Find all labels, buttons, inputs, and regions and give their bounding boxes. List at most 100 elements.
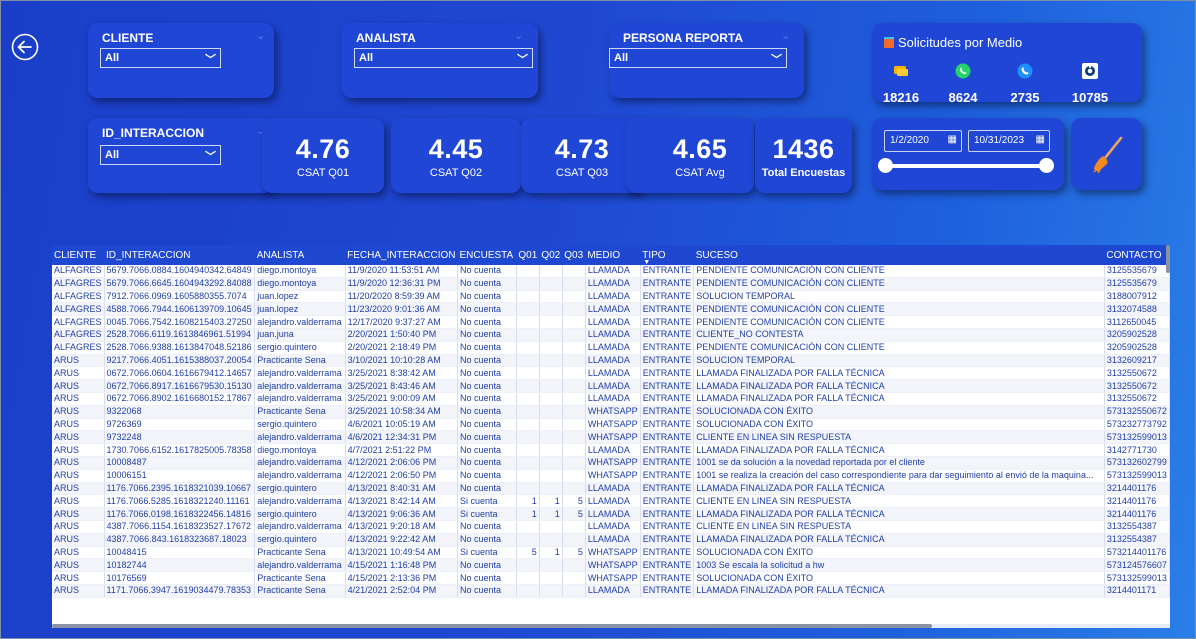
- table-cell: alejandro.valderrama: [254, 379, 346, 393]
- table-row[interactable]: ARUS 9726369 sergio.quintero 4/6/2021 10:05…: [52, 418, 1170, 432]
- table-cell: No cuenta: [457, 558, 517, 573]
- table-row[interactable]: ARUS 1176.7066.0198.1618322456.14816 sergi…: [52, 507, 1170, 521]
- table-cell: [539, 443, 563, 457]
- table-cell: ARUS: [52, 558, 105, 573]
- table-row[interactable]: ARUS 10008487 alejandro.valderrama 4/12/202…: [52, 456, 1170, 470]
- date-slider-track[interactable]: [883, 164, 1049, 168]
- column-header-encuesta[interactable]: ENCUESTA: [457, 245, 517, 265]
- table-row[interactable]: ALFAGRES 5679.7066.6645.1604943292.84088 d…: [52, 277, 1170, 291]
- table-cell: No cuenta: [457, 277, 517, 291]
- table-row[interactable]: ALFAGRES 2528.7066.6119.1613846961.51994 j…: [52, 328, 1170, 342]
- table-cell: [539, 366, 563, 381]
- table-cell: No cuenta: [457, 328, 517, 342]
- table-row[interactable]: ARUS 0672.7066.8902.1616680152.17867 aleja…: [52, 392, 1170, 406]
- table-cell: LLAMADA: [585, 302, 641, 317]
- table-cell: No cuenta: [457, 315, 517, 329]
- start-date-input[interactable]: 1/2/2020 ▦: [884, 130, 962, 152]
- table-cell: [516, 379, 540, 393]
- column-header-medio[interactable]: MEDIO: [585, 245, 641, 265]
- id-interaccion-slicer-title: ID_INTERACCION: [102, 126, 205, 140]
- table-cell: ENTRANTE: [640, 520, 695, 534]
- table-cell: ARUS: [52, 405, 105, 419]
- table-row[interactable]: ARUS 0672.7066.8917.1616679530.15130 aleja…: [52, 379, 1170, 393]
- solicitud-whatsapp-value: 8624: [948, 90, 978, 105]
- table-cell: ENTRANTE: [640, 302, 695, 317]
- table-row[interactable]: ARUS 1176.7066.5285.1618321240.11161 aleja…: [52, 494, 1170, 509]
- table-row[interactable]: ARUS 9217.7066.4051.1615388037.20054 Pract…: [52, 354, 1170, 368]
- date-slider-start-handle[interactable]: [878, 158, 893, 173]
- table-row[interactable]: ALFAGRES 4588.7066.7944.1606139709.10645 j…: [52, 302, 1170, 317]
- table-cell: CLIENTE EN LINEA SIN RESPUESTA: [693, 494, 1105, 509]
- table-row[interactable]: ARUS 1171.7066.3947.1619034479.78353 Pract…: [52, 584, 1170, 598]
- table-row[interactable]: ARUS 10048415 Practicante Sena 4/13/2021 10…: [52, 546, 1170, 560]
- dropdown-arrow-icon: ﹀: [205, 54, 216, 66]
- table-cell: 7912.7066.0969.1605880355.7074: [104, 290, 256, 304]
- table-cell: CLIENTE_NO CONTESTA: [693, 328, 1105, 342]
- table-cell: No cuenta: [457, 379, 517, 393]
- table-cell: 1: [516, 507, 540, 521]
- date-slider-end-handle[interactable]: [1039, 158, 1054, 173]
- app-icon: [1082, 63, 1098, 79]
- table-cell: [562, 265, 586, 278]
- scrollbar-thumb[interactable]: [52, 624, 932, 628]
- column-header-q01[interactable]: Q01: [516, 245, 540, 265]
- table-cell: LLAMADA: [585, 494, 641, 509]
- column-header-contacto[interactable]: CONTACTO: [1104, 245, 1170, 265]
- table-cell: [516, 418, 540, 432]
- column-header-q03[interactable]: Q03: [562, 245, 586, 265]
- column-header-suceso[interactable]: SUCESO: [693, 245, 1105, 265]
- table-row[interactable]: ALFAGRES 5679.7066.0884.1604940342.64849 d…: [52, 265, 1170, 278]
- table-cell: No cuenta: [457, 354, 517, 368]
- table-cell: alejandro.valderrama: [254, 494, 346, 509]
- cliente-dropdown[interactable]: All ﹀: [100, 48, 221, 68]
- back-arrow-icon[interactable]: [11, 33, 39, 61]
- table-cell: LLAMADA: [585, 482, 641, 496]
- table-cell: No cuenta: [457, 366, 517, 381]
- table-cell: No cuenta: [457, 302, 517, 317]
- table-cell: [539, 315, 563, 329]
- table-cell: ARUS: [52, 456, 105, 470]
- table-cell: ARUS: [52, 482, 105, 496]
- horizontal-scrollbar[interactable]: [52, 624, 1170, 628]
- table-cell: 3/25/2021 8:43:46 AM: [345, 379, 458, 393]
- analista-dropdown[interactable]: All ﹀: [354, 48, 533, 68]
- table-cell: [516, 354, 540, 368]
- table-cell: [562, 392, 586, 406]
- table-cell: ALFAGRES: [52, 341, 105, 355]
- clear-filters-button[interactable]: [1071, 118, 1142, 190]
- table-row[interactable]: ARUS 4387.7066.1154.1618323527.17672 aleja…: [52, 520, 1170, 534]
- table-cell: 3214401171: [1104, 584, 1170, 598]
- table-cell: 573214401176: [1104, 546, 1170, 560]
- chat-icon: [894, 66, 908, 76]
- persona-reporta-dropdown[interactable]: All ﹀: [609, 48, 787, 68]
- column-header-id-interaccion[interactable]: ID_INTERACCION: [104, 245, 255, 265]
- column-header-cliente[interactable]: CLIENTE: [52, 245, 105, 265]
- column-header-fecha-interaccion[interactable]: FECHA_INTERACCION: [345, 245, 458, 265]
- table-cell: [539, 354, 563, 368]
- table-cell: LLAMADA: [585, 392, 641, 406]
- table-row[interactable]: ARUS 9732248 alejandro.valderrama 4/6/2021 …: [52, 430, 1170, 445]
- table-row[interactable]: ARUS 0672.7066.0604.1616679412.14657 aleja…: [52, 366, 1170, 381]
- table-row[interactable]: ARUS 1730.7066.6152.1617825005.78358 diego…: [52, 443, 1170, 457]
- table-row[interactable]: ARUS 10176569 Practicante Sena 4/15/2021 2:…: [52, 571, 1170, 585]
- table-row[interactable]: ARUS 9322068 Practicante Sena 3/25/2021 10:…: [52, 405, 1170, 419]
- table-row[interactable]: ARUS 1176.7066.2395.1618321039.10667 sergi…: [52, 482, 1170, 496]
- broom-icon: [1093, 136, 1123, 174]
- column-header-tipo[interactable]: TIPO ▼: [640, 245, 694, 266]
- table-cell: 4/6/2021 10:05:19 AM: [345, 418, 458, 432]
- end-date-input[interactable]: 10/31/2023 ▦: [968, 130, 1050, 152]
- vertical-scrollbar[interactable]: [1166, 245, 1170, 273]
- kpi-value: 4.76: [295, 134, 351, 164]
- table-row[interactable]: ALFAGRES 7912.7066.0969.1605880355.7074 ju…: [52, 290, 1170, 304]
- table-row[interactable]: ARUS 10006151 alejandro.valderrama 4/12/202…: [52, 469, 1170, 483]
- table-row[interactable]: ALFAGRES 2528.7066.9388.1613847048.52186 s…: [52, 341, 1170, 355]
- id-interaccion-dropdown[interactable]: All ﹀: [100, 145, 221, 165]
- table-row[interactable]: ARUS 4387.7066.843.1618323687.18023 sergio…: [52, 533, 1170, 547]
- table-cell: LLAMADA: [585, 366, 641, 381]
- column-header-analista[interactable]: ANALISTA: [254, 245, 346, 265]
- table-row[interactable]: ALFAGRES 0045.7066.7542.1608215403.27250 a…: [52, 315, 1170, 329]
- table-cell: LLAMADA FINALIZADA POR FALLA TÉCNICA: [693, 379, 1105, 393]
- table-cell: ARUS: [52, 418, 105, 432]
- column-header-q02[interactable]: Q02: [539, 245, 563, 265]
- table-row[interactable]: ARUS 10182744 alejandro.valderrama 4/15/202…: [52, 558, 1170, 573]
